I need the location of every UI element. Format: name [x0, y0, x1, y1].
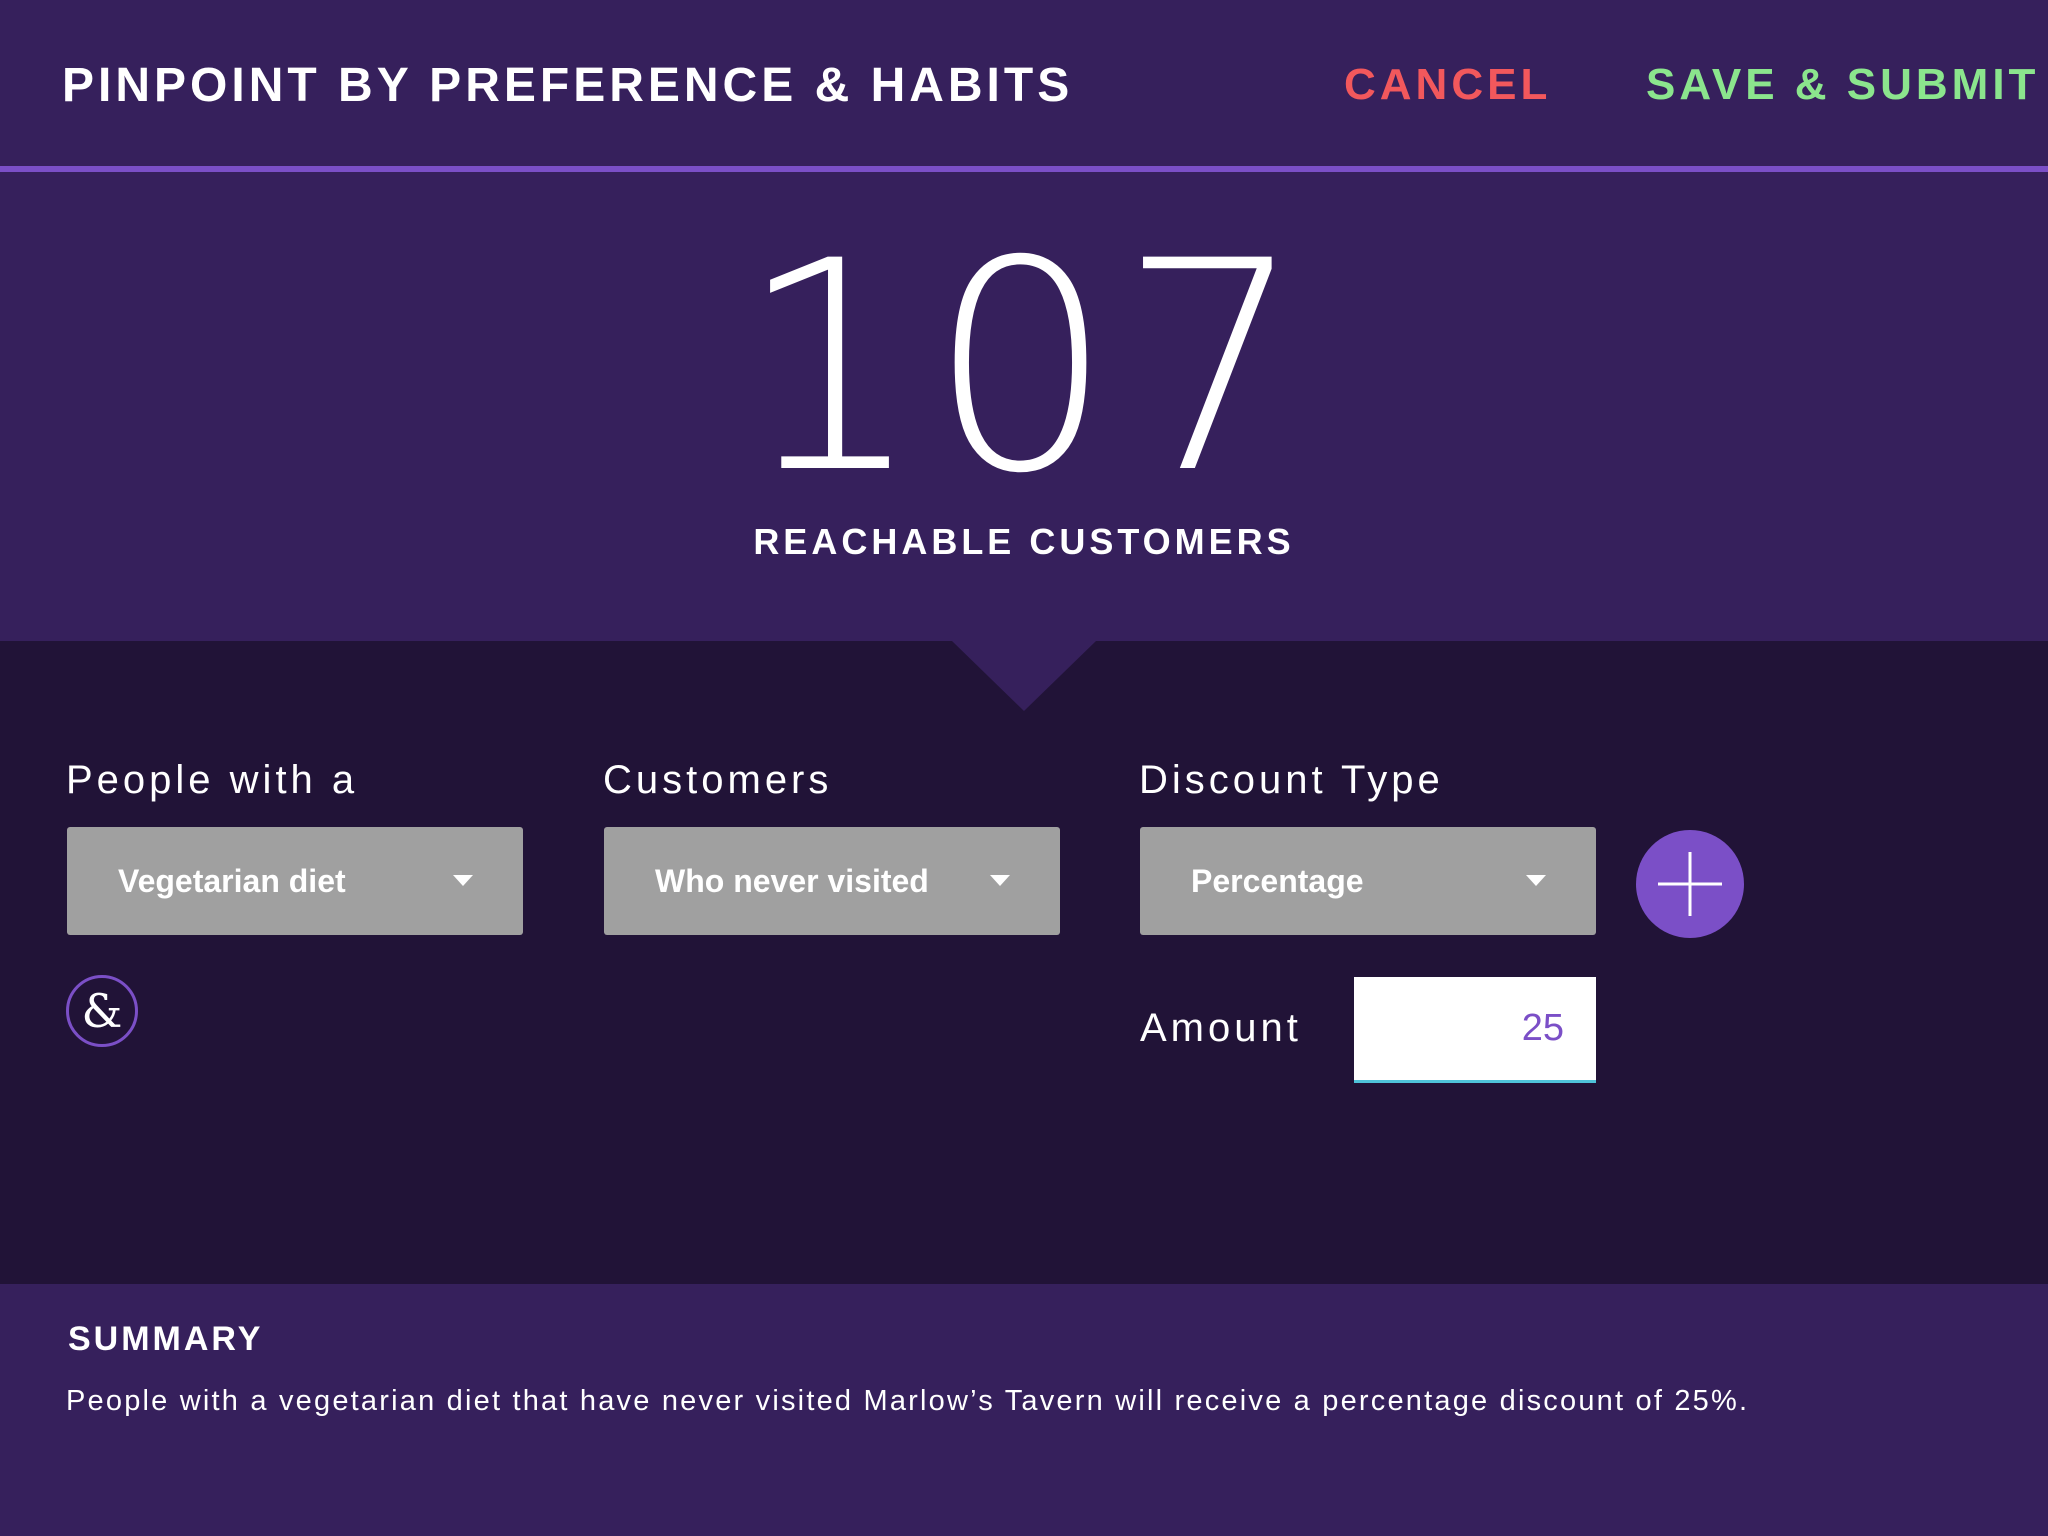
summary-title: SUMMARY: [68, 1320, 264, 1358]
and-condition-button[interactable]: &: [66, 975, 138, 1047]
chevron-down-icon: [1526, 875, 1546, 886]
save-submit-button[interactable]: SAVE & SUBMIT: [1646, 60, 2039, 110]
cancel-button[interactable]: CANCEL: [1344, 60, 1551, 110]
amount-label: Amount: [1140, 1006, 1302, 1050]
people-filter-value: Vegetarian diet: [118, 863, 346, 899]
summary-section: SUMMARY People with a vegetarian diet th…: [0, 1284, 2048, 1536]
plus-icon: [1658, 852, 1722, 916]
people-filter-label: People with a: [66, 758, 359, 802]
ampersand-icon: &: [81, 984, 123, 1038]
summary-text: People with a vegetarian diet that have …: [66, 1385, 1750, 1417]
filter-panel: People with a Vegetarian diet Customers …: [0, 641, 2048, 1284]
discount-type-value: Percentage: [1191, 863, 1364, 899]
page-title: PINPOINT BY PREFERENCE & HABITS: [62, 59, 1074, 112]
panel-pointer: [952, 641, 1096, 711]
reachable-customers-label: REACHABLE CUSTOMERS: [753, 521, 1295, 562]
discount-type-dropdown[interactable]: Percentage: [1140, 827, 1596, 935]
top-bar: PINPOINT BY PREFERENCE & HABITS CANCEL S…: [0, 0, 2048, 166]
reachable-customers-hero: 107 REACHABLE CUSTOMERS: [0, 172, 2048, 641]
customers-filter-dropdown[interactable]: Who never visited: [604, 827, 1060, 935]
chevron-down-icon: [990, 875, 1010, 886]
customers-filter-value: Who never visited: [655, 863, 929, 899]
chevron-down-icon: [453, 875, 473, 886]
discount-type-label: Discount Type: [1139, 758, 1444, 802]
customers-filter-label: Customers: [603, 758, 833, 802]
reachable-customers-count: 107: [738, 200, 1310, 537]
amount-input[interactable]: [1354, 977, 1596, 1083]
add-filter-button[interactable]: [1636, 830, 1744, 938]
people-filter-dropdown[interactable]: Vegetarian diet: [67, 827, 523, 935]
